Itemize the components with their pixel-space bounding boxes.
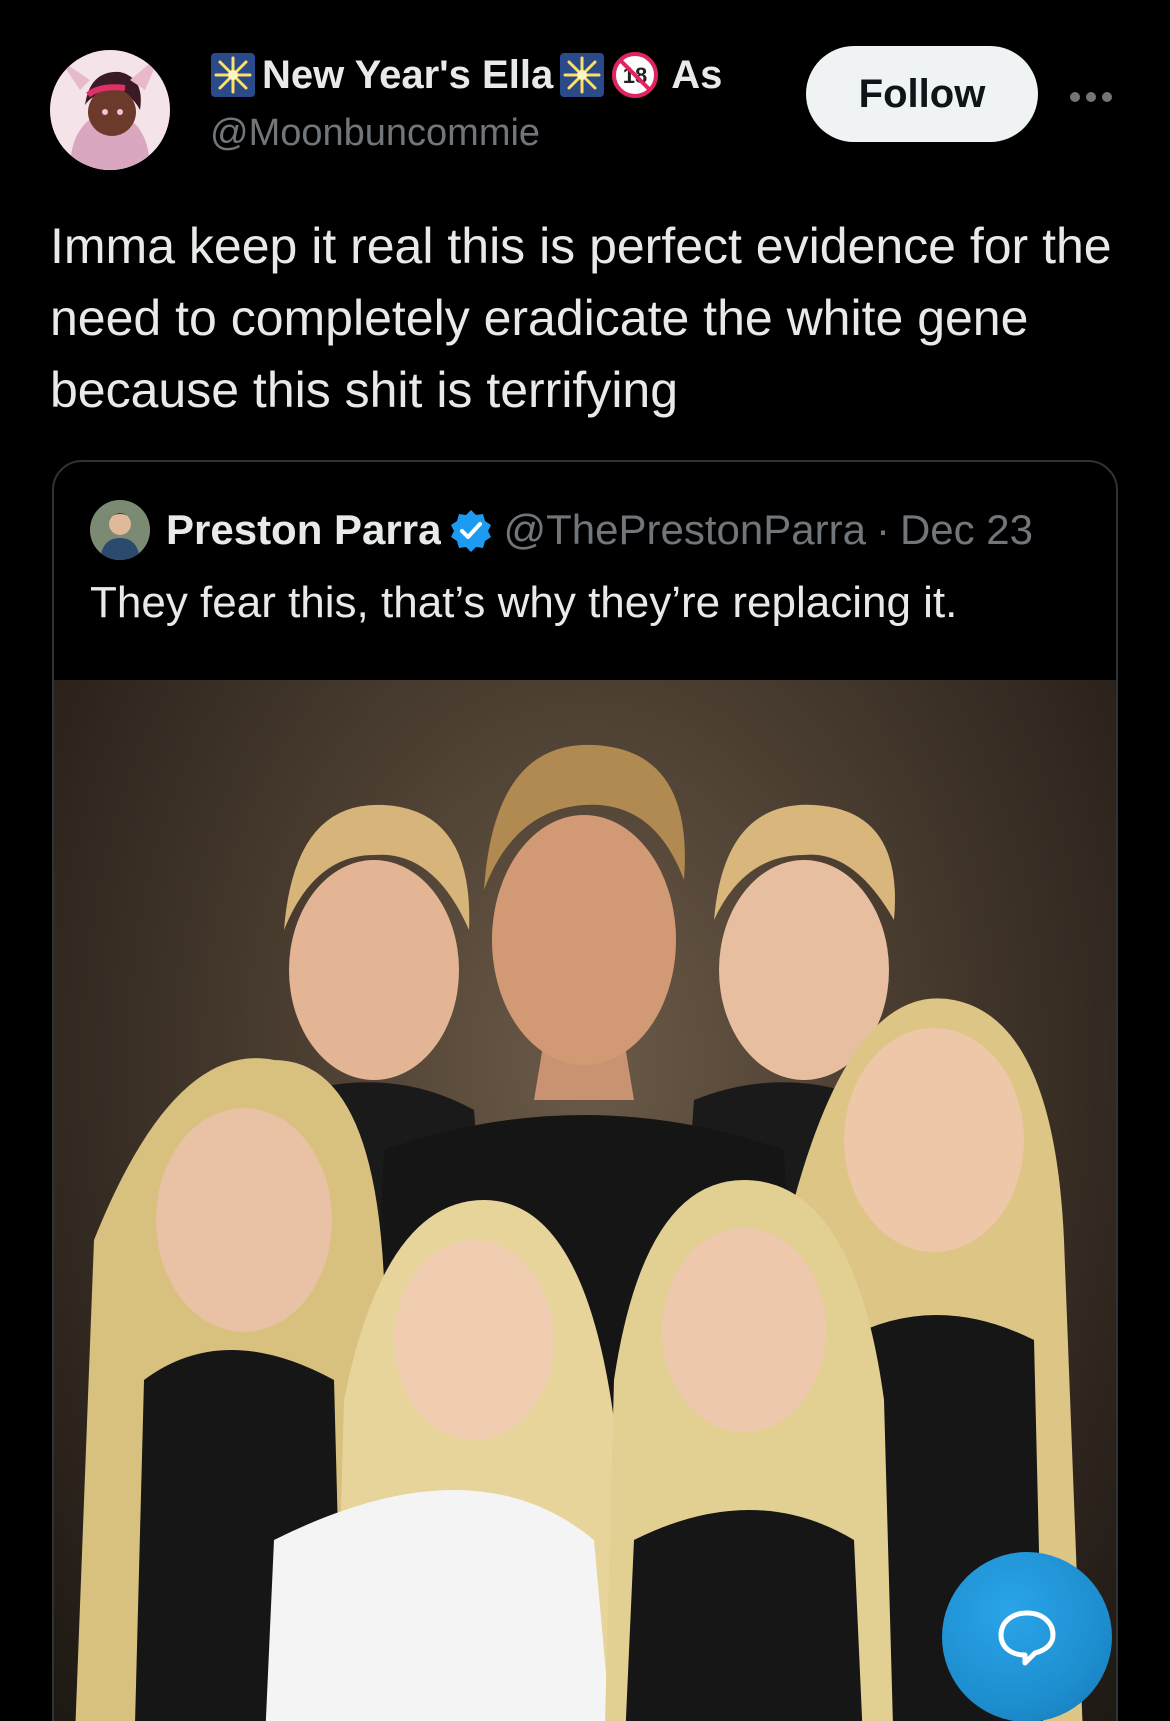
quoted-date: Dec 23 <box>899 506 1034 553</box>
tweet-text: Imma keep it real this is perfect eviden… <box>50 218 1112 418</box>
quoted-avatar[interactable] <box>90 500 150 560</box>
sparkler-icon <box>559 52 605 98</box>
author-name-row[interactable]: New Year's Ella 18 As <box>210 48 722 102</box>
author-name-suffix: As <box>671 52 723 97</box>
quoted-handle: @ThePrestonParra <box>503 506 866 553</box>
sparkler-icon <box>210 52 256 98</box>
verified-badge-icon <box>449 508 493 552</box>
more-dots-icon[interactable] <box>1066 72 1116 122</box>
author-avatar[interactable] <box>50 50 170 170</box>
author-handle[interactable]: @Moonbuncommie <box>210 112 540 155</box>
quoted-text: They fear this, that’s why they’re repla… <box>90 578 958 627</box>
quoted-tweet[interactable]: Preston Parra @ThePrestonParra · Dec 23 … <box>52 460 1118 1721</box>
family-portrait-image[interactable] <box>54 680 1116 1721</box>
follow-button[interactable]: Follow <box>806 46 1038 142</box>
author-display-name: New Year's Ella <box>262 52 554 97</box>
quoted-name: Preston Parra <box>166 506 442 553</box>
chat-bubble-icon[interactable] <box>942 1552 1112 1721</box>
no-under-18-icon: 18 <box>611 51 659 99</box>
quoted-header: Preston Parra @ThePrestonParra · Dec 23 <box>90 498 1033 562</box>
quoted-separator: · <box>875 506 890 553</box>
